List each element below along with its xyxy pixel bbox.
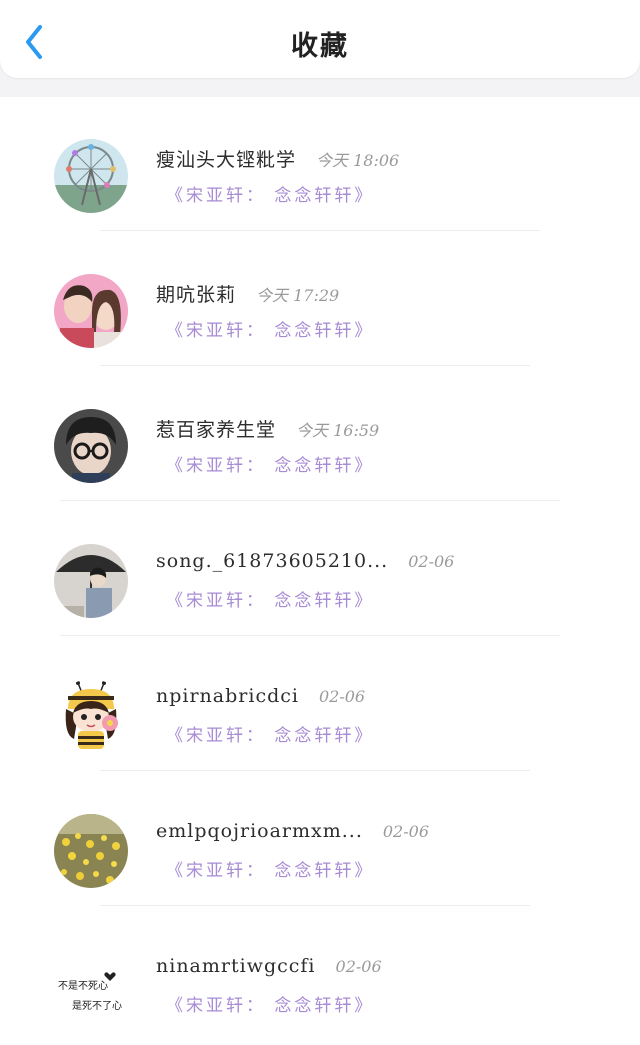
- collected-title[interactable]: 《宋亚轩： 念念轩轩》: [166, 856, 374, 881]
- divider: [60, 635, 560, 636]
- name-line: npirnabricdci 02-06: [156, 685, 365, 707]
- divider: [100, 230, 540, 231]
- list-item[interactable]: 惹百家养生堂 今天 16:59 《宋亚轩： 念念轩轩》: [0, 367, 640, 502]
- timestamp: 02-06: [335, 957, 382, 976]
- timestamp: 今天 16:59: [296, 421, 380, 440]
- user-name[interactable]: song._61873605210...: [156, 550, 388, 572]
- collected-title[interactable]: 《宋亚轩： 念念轩轩》: [166, 586, 374, 611]
- list-item[interactable]: 不是不死心 是死不了心 ninamrtiwgccfi 02-06 《宋亚轩： 念念…: [0, 907, 640, 1042]
- user-name[interactable]: ninamrtiwgccfi: [156, 955, 316, 977]
- divider: [100, 365, 530, 366]
- list-item[interactable]: npirnabricdci 02-06 《宋亚轩： 念念轩轩》: [0, 637, 640, 772]
- timestamp: 02-06: [408, 552, 455, 571]
- avatar[interactable]: [54, 139, 128, 213]
- list-item[interactable]: 瘦汕头大铿粃学 今天 18:06 《宋亚轩： 念念轩轩》: [0, 97, 640, 232]
- list-item[interactable]: song._61873605210... 02-06 《宋亚轩： 念念轩轩》: [0, 502, 640, 637]
- divider: [60, 500, 560, 501]
- name-line: 惹百家养生堂 今天 16:59: [156, 415, 379, 442]
- collected-title[interactable]: 《宋亚轩： 念念轩轩》: [166, 721, 374, 746]
- ferris-wheel-photo: [54, 139, 128, 213]
- avatar[interactable]: [54, 274, 128, 348]
- yellow-flowers-photo: [54, 814, 128, 888]
- collected-title[interactable]: 《宋亚轩： 念念轩轩》: [166, 451, 374, 476]
- name-line: 期吭张莉 今天 17:29: [156, 280, 339, 307]
- avatar[interactable]: 不是不死心 是死不了心: [52, 949, 132, 1023]
- user-name[interactable]: 期吭张莉: [156, 284, 236, 306]
- name-line: emlpqojrioarmxm... 02-06: [156, 820, 429, 842]
- glasses-boy-photo: [54, 409, 128, 483]
- divider: [100, 905, 530, 906]
- timestamp: 02-06: [382, 822, 429, 841]
- avatar[interactable]: [54, 679, 128, 753]
- timestamp: 今天 17:29: [256, 286, 340, 305]
- user-name[interactable]: 瘦汕头大铿粃学: [156, 149, 296, 171]
- user-name[interactable]: npirnabricdci: [156, 685, 299, 707]
- couple-photo: [54, 274, 128, 348]
- collected-title[interactable]: 《宋亚轩： 念念轩轩》: [166, 991, 374, 1016]
- collected-title[interactable]: 《宋亚轩： 念念轩轩》: [166, 181, 374, 206]
- timestamp: 02-06: [318, 687, 366, 706]
- avatar[interactable]: [54, 409, 128, 483]
- avatar-text-line-2: 是死不了心: [72, 1000, 122, 1012]
- name-line: song._61873605210... 02-06: [156, 550, 454, 572]
- avatar-text-line-1: 不是不死心: [58, 980, 108, 992]
- timestamp: 今天 18:06: [316, 151, 400, 170]
- collected-title[interactable]: 《宋亚轩： 念念轩轩》: [166, 316, 374, 341]
- favorites-list: 瘦汕头大铿粃学 今天 18:06 《宋亚轩： 念念轩轩》 期吭张莉 今天 17:29…: [0, 97, 640, 1045]
- page-title: 收藏: [291, 31, 349, 62]
- bee-girl-cartoon: [54, 679, 128, 753]
- avatar[interactable]: [54, 544, 128, 618]
- user-name[interactable]: 惹百家养生堂: [156, 419, 276, 441]
- umbrella-photo: [54, 544, 128, 618]
- list-item[interactable]: emlpqojrioarmxm... 02-06 《宋亚轩： 念念轩轩》: [0, 772, 640, 907]
- user-name[interactable]: emlpqojrioarmxm...: [156, 820, 363, 842]
- text-avatar: 不是不死心 是死不了心: [52, 949, 132, 1023]
- name-line: ninamrtiwgccfi 02-06: [156, 955, 382, 977]
- list-item[interactable]: 期吭张莉 今天 17:29 《宋亚轩： 念念轩轩》: [0, 232, 640, 367]
- name-line: 瘦汕头大铿粃学 今天 18:06: [156, 145, 399, 172]
- top-bar: 收藏: [0, 0, 640, 78]
- divider: [100, 770, 530, 771]
- avatar[interactable]: [54, 814, 128, 888]
